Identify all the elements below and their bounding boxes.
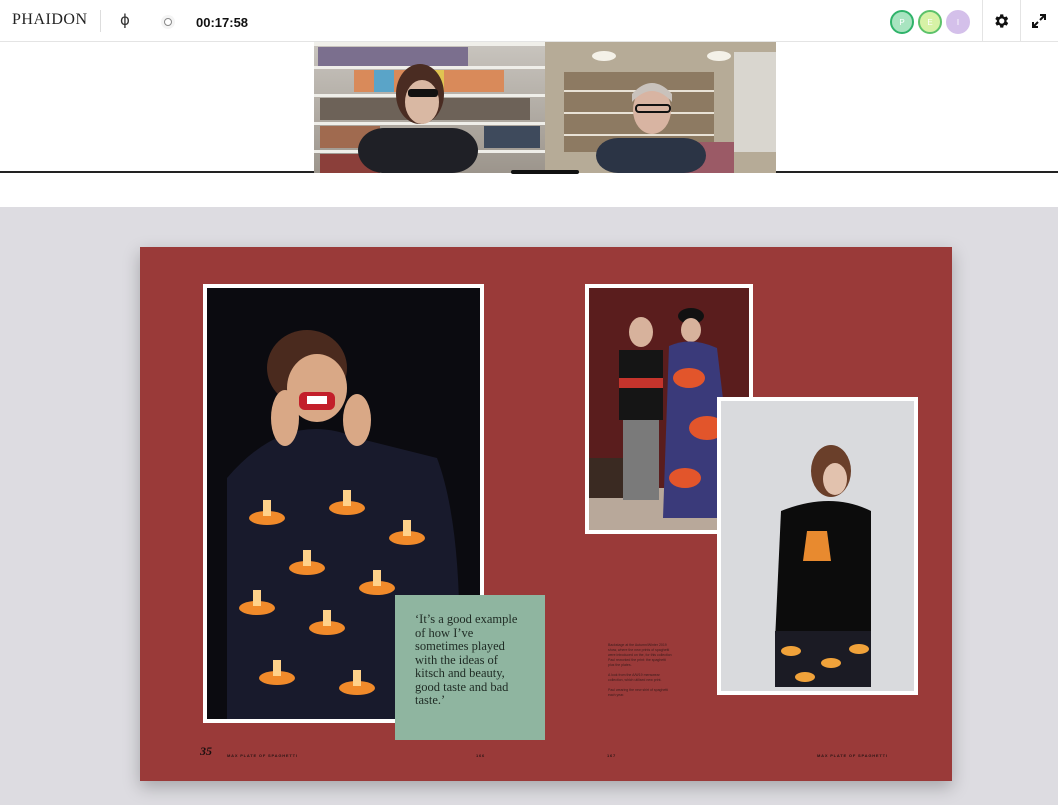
pull-quote-text: ‘It’s a good example of how I’ve sometim… bbox=[415, 612, 518, 707]
photo-hoodie-model bbox=[717, 397, 918, 695]
phaidon-logo[interactable]: PHAIDON bbox=[12, 11, 88, 29]
caption-1: Backstage at the Autumn/Winter 2019 show… bbox=[608, 643, 672, 667]
photo-captions: Backstage at the Autumn/Winter 2019 show… bbox=[608, 643, 672, 703]
chapter-number: 35 bbox=[200, 745, 212, 757]
book-spread[interactable]: ‘It’s a good example of how I’ve sometim… bbox=[140, 247, 952, 781]
session-timer: 00:17:58 bbox=[196, 15, 249, 30]
caption-2: A look from the A/W19 menswear collectio… bbox=[608, 673, 662, 682]
page-number-right: 167 bbox=[607, 753, 617, 758]
fullscreen-button[interactable] bbox=[1020, 0, 1056, 42]
pull-quote: ‘It’s a good example of how I’ve sometim… bbox=[395, 595, 545, 740]
caption-3: Paul wearing the new shirt of spaghetti … bbox=[608, 688, 669, 697]
running-head-left: MAX PLATE OF SPAGHETTI bbox=[227, 753, 298, 758]
page-number-left: 166 bbox=[476, 753, 486, 758]
video-strip bbox=[0, 42, 1058, 173]
top-toolbar: PHAIDON ɸ 00:17:58 P E I bbox=[0, 0, 1058, 42]
book-stage: ‘It’s a good example of how I’ve sometim… bbox=[0, 207, 1058, 805]
toolbar-divider bbox=[100, 10, 101, 32]
expand-icon bbox=[1031, 14, 1046, 28]
chapter-number-mark: 35 bbox=[200, 745, 212, 757]
gear-icon bbox=[994, 14, 1008, 28]
phi-icon[interactable]: ɸ bbox=[120, 11, 130, 29]
record-button[interactable] bbox=[161, 15, 175, 29]
strip-resize-handle[interactable] bbox=[511, 170, 579, 174]
video-frame bbox=[314, 42, 776, 173]
video-feed[interactable] bbox=[314, 42, 776, 173]
participant-avatar-p[interactable]: P bbox=[890, 10, 914, 34]
participant-avatar-e[interactable]: E bbox=[918, 10, 942, 34]
running-head-right: MAX PLATE OF SPAGHETTI bbox=[817, 753, 888, 758]
settings-button[interactable] bbox=[982, 0, 1018, 42]
participant-avatar-i[interactable]: I bbox=[946, 10, 970, 34]
